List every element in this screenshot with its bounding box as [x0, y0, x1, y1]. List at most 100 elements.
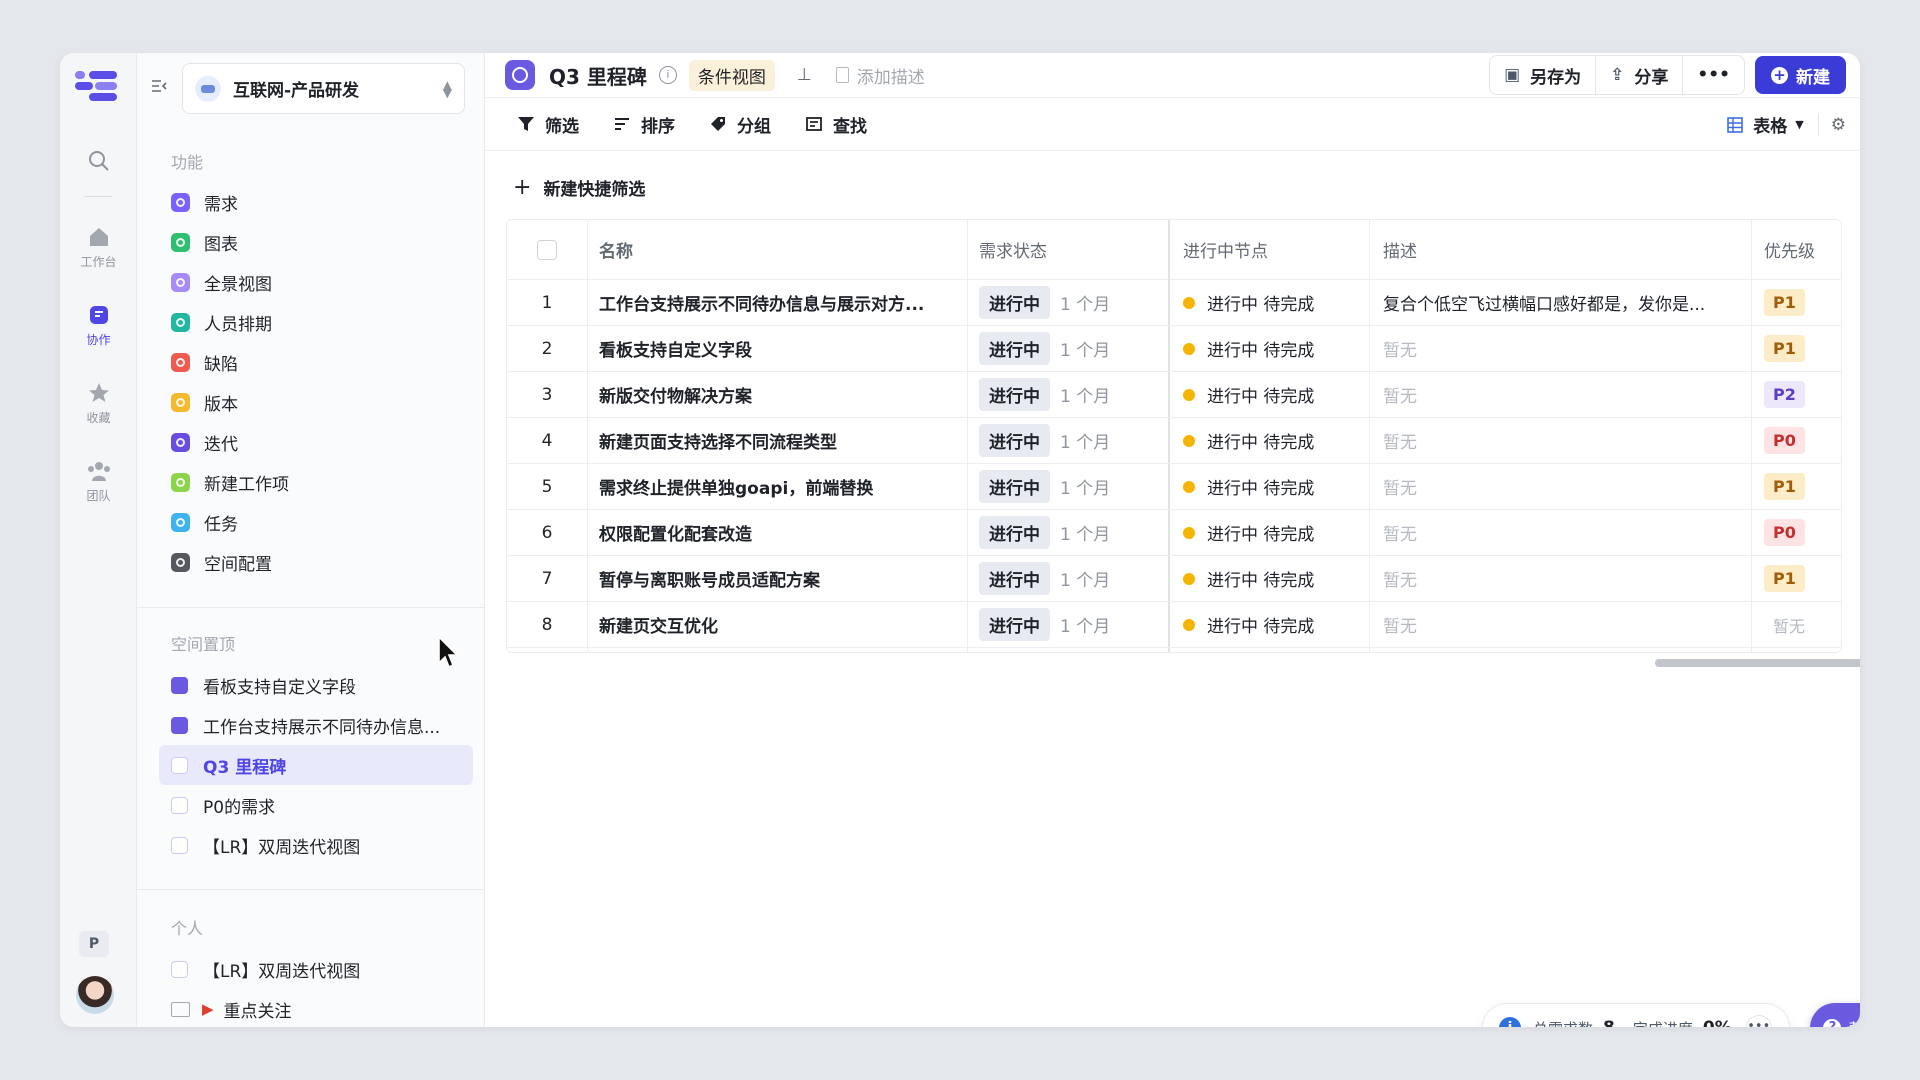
add-description-button[interactable]: 添加描述 [835, 63, 925, 88]
status-badge[interactable]: 进行中 [979, 378, 1050, 411]
name-cell[interactable]: 新建页交互优化 [587, 602, 967, 647]
table-row[interactable]: 7 暂停与离职账号成员适配方案 进行中 1 个月 进行中 待完成 暂无 P1 [507, 556, 1841, 602]
status-cell[interactable]: 进行中 1 个月 [967, 602, 1167, 647]
priority-cell[interactable]: P0 [1751, 510, 1841, 555]
node-cell[interactable]: 进行中 待完成 [1169, 510, 1369, 555]
priority-cell[interactable]: P1 [1751, 326, 1841, 371]
sidebar-item-pinned[interactable]: Q3 里程碑 [159, 745, 473, 785]
table-row[interactable]: 6 权限配置化配套改造 进行中 1 个月 进行中 待完成 暂无 P0 [507, 510, 1841, 556]
sidebar-item-focus-folder[interactable]: ▶ 重点关注 [159, 989, 473, 1027]
sidebar-item-feature[interactable]: 迭代 [159, 422, 473, 462]
rail-team[interactable]: 团队 [60, 459, 137, 504]
node-cell[interactable]: 进行中 待完成 [1169, 326, 1369, 371]
status-cell[interactable]: 进行中 1 个月 [967, 326, 1167, 371]
priority-badge[interactable]: P2 [1764, 381, 1805, 408]
node-cell[interactable]: 进行中 待完成 [1169, 372, 1369, 417]
app-logo-icon[interactable] [75, 69, 119, 103]
column-header-priority[interactable]: 优先级 [1751, 220, 1841, 279]
status-badge[interactable]: 进行中 [979, 516, 1050, 549]
sort-button[interactable]: 排序 [613, 112, 675, 137]
node-cell[interactable]: 进行中 待完成 [1169, 280, 1369, 325]
requirement-name[interactable]: 新建页面支持选择不同流程类型 [599, 428, 837, 453]
name-cell[interactable]: 看板支持自定义字段 [587, 326, 967, 371]
select-all-checkbox[interactable] [537, 239, 557, 260]
status-cell[interactable]: 进行中 1 个月 [967, 280, 1167, 325]
sidebar-item-feature[interactable]: 新建工作项 [159, 462, 473, 502]
status-badge[interactable]: 进行中 [979, 562, 1050, 595]
status-cell[interactable]: 进行中 1 个月 [967, 418, 1167, 463]
table-row[interactable]: 8 新建页交互优化 进行中 1 个月 进行中 待完成 暂无 暂无 [507, 602, 1841, 648]
priority-badge[interactable]: P1 [1764, 335, 1805, 362]
sidebar-item-feature[interactable]: 人员排期 [159, 302, 473, 342]
status-cell[interactable]: 进行中 1 个月 [967, 556, 1167, 601]
save-as-button[interactable]: ▣ 另存为 [1490, 56, 1597, 94]
sidebar-item-pinned[interactable]: 【LR】双周迭代视图 [159, 825, 473, 865]
stats-more-button[interactable]: ••• [1745, 1015, 1772, 1027]
column-header-status[interactable]: 需求状态 [967, 220, 1167, 279]
filter-button[interactable]: 筛选 [517, 112, 579, 137]
more-button[interactable]: ••• [1683, 56, 1744, 94]
sidebar-item-feature[interactable]: 空间配置 [159, 542, 473, 582]
page-title[interactable]: Q3 里程碑 [549, 61, 647, 90]
gear-icon[interactable]: ⚙ [1831, 115, 1846, 135]
priority-cell[interactable]: 暂无 [1751, 602, 1841, 647]
rail-collab[interactable]: 协作 [60, 303, 137, 348]
rail-search[interactable] [60, 149, 137, 173]
table-row[interactable]: 1 工作台支持展示不同待办信息与展示对方... 进行中 1 个月 进行中 待完成 复合个低… [507, 280, 1841, 326]
rail-favorites[interactable]: 收藏 [60, 381, 137, 426]
priority-cell[interactable]: P1 [1751, 280, 1841, 325]
column-header-name[interactable]: 名称 [587, 220, 967, 279]
sidebar-item-pinned[interactable]: 看板支持自定义字段 [159, 665, 473, 705]
priority-badge[interactable]: 暂无 [1764, 609, 1814, 641]
requirement-name[interactable]: 暂停与离职账号成员适配方案 [599, 566, 820, 591]
status-badge[interactable]: 进行中 [979, 286, 1050, 319]
avatar[interactable] [76, 976, 114, 1014]
priority-badge[interactable]: P1 [1764, 473, 1805, 500]
find-button[interactable]: 查找 [805, 112, 867, 137]
sidebar-item-pinned[interactable]: 工作台支持展示不同待办信息... [159, 705, 473, 745]
priority-cell[interactable]: P2 [1751, 372, 1841, 417]
description-cell[interactable]: 暂无 [1369, 418, 1751, 463]
description-cell[interactable]: 复合个低空飞过横幅口感好都是，发你是... [1369, 280, 1751, 325]
description-cell[interactable]: 暂无 [1369, 372, 1751, 417]
workspace-selector[interactable]: 互联网-产品研发 ▲ ▼ [182, 63, 465, 114]
view-type-tag[interactable]: 条件视图 [688, 59, 775, 91]
status-badge[interactable]: 进行中 [979, 470, 1050, 503]
description-cell[interactable]: 暂无 [1369, 464, 1751, 509]
sidebar-item-feature[interactable]: 全景视图 [159, 262, 473, 302]
status-badge[interactable]: 进行中 [979, 608, 1050, 641]
node-cell[interactable]: 进行中 待完成 [1169, 464, 1369, 509]
description-cell[interactable]: 暂无 [1369, 326, 1751, 371]
pin-icon[interactable]: ⊥ [797, 65, 812, 85]
column-header-node[interactable]: 进行中节点 [1169, 220, 1369, 279]
new-quick-filter-button[interactable]: + 新建快捷筛选 [513, 175, 645, 200]
status-cell[interactable]: 进行中 1 个月 [967, 510, 1167, 555]
table-row[interactable]: 2 看板支持自定义字段 进行中 1 个月 进行中 待完成 暂无 P1 [507, 326, 1841, 372]
collapse-sidebar-icon[interactable] [150, 77, 170, 95]
new-button[interactable]: + 新建 [1755, 56, 1846, 94]
priority-badge[interactable]: P1 [1764, 289, 1805, 316]
status-badge[interactable]: 进行中 [979, 424, 1050, 457]
node-cell[interactable]: 进行中 待完成 [1169, 556, 1369, 601]
status-cell[interactable]: 进行中 1 个月 [967, 464, 1167, 509]
priority-badge[interactable]: P0 [1764, 427, 1805, 454]
table-row[interactable]: 5 需求终止提供单独goapi，前端替换 进行中 1 个月 进行中 待完成 暂无 P1 [507, 464, 1841, 510]
horizontal-scrollbar[interactable] [1655, 659, 1860, 667]
table-row[interactable]: 4 新建页面支持选择不同流程类型 进行中 1 个月 进行中 待完成 暂无 P0 [507, 418, 1841, 464]
requirement-name[interactable]: 需求终止提供单独goapi，前端替换 [599, 474, 873, 499]
priority-badge[interactable]: P0 [1764, 519, 1805, 546]
sidebar-item-pinned[interactable]: P0的需求 [159, 785, 473, 825]
priority-cell[interactable]: P1 [1751, 556, 1841, 601]
view-mode-select[interactable]: 表格 [1753, 112, 1787, 137]
share-button[interactable]: ⇪ 分享 [1596, 56, 1684, 94]
sidebar-item-feature[interactable]: 需求 [159, 182, 473, 222]
description-cell[interactable]: 暂无 [1369, 602, 1751, 647]
requirement-name[interactable]: 工作台支持展示不同待办信息与展示对方... [599, 290, 924, 315]
priority-cell[interactable]: P1 [1751, 464, 1841, 509]
column-header-description[interactable]: 描述 [1369, 220, 1751, 279]
sidebar-item-feature[interactable]: 版本 [159, 382, 473, 422]
user-badge[interactable]: P [79, 931, 109, 957]
info-icon[interactable]: i [658, 66, 677, 84]
name-cell[interactable]: 新建页面支持选择不同流程类型 [587, 418, 967, 463]
group-button[interactable]: 分组 [709, 112, 771, 137]
